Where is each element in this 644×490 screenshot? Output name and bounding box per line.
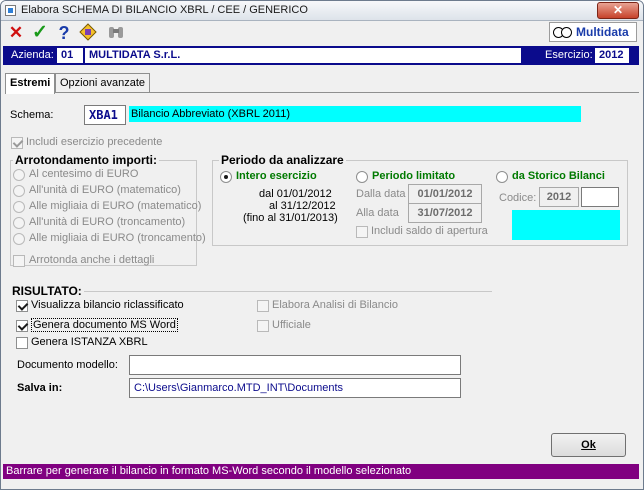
rounding-option-label: All'unità di EURO (matematico)	[29, 184, 181, 196]
alla-data-field[interactable]: 31/07/2012	[408, 203, 482, 223]
ufficiale-label: Ufficiale	[272, 319, 311, 331]
schema-label: Schema:	[10, 109, 54, 121]
schema-description: Bilancio Abbreviato (XBRL 2011)	[129, 106, 581, 122]
genera-word-checkbox[interactable]	[16, 320, 28, 332]
include-prev-year-label: Includi esercizio precedente	[26, 136, 163, 148]
toolbar: ✕ ✓ ?	[2, 22, 642, 44]
rounding-option-radio[interactable]	[13, 169, 25, 181]
app-icon	[5, 5, 16, 16]
ok-button-label: Ok	[581, 439, 596, 451]
binoculars-icon[interactable]	[106, 23, 126, 43]
ufficiale-checkbox[interactable]	[257, 320, 269, 332]
company-bar: Azienda: 01 MULTIDATA S.r.L. Esercizio: …	[3, 46, 639, 65]
rounding-option-label: Alle migliaia di EURO (matematico)	[29, 200, 202, 212]
period-title: Periodo da analizzare	[219, 153, 346, 167]
tab-opzioni-avanzate[interactable]: Opzioni avanzate	[55, 73, 150, 93]
rounding-option-radio[interactable]	[13, 201, 25, 213]
alla-data-label: Alla data	[356, 207, 399, 219]
azienda-label: Azienda:	[11, 49, 54, 61]
period-intero-label: Intero esercizio	[236, 170, 317, 182]
multidata-logo: Multidata	[549, 22, 637, 42]
modello-field[interactable]	[129, 355, 461, 375]
analisi-checkbox[interactable]	[257, 300, 269, 312]
dalla-data-field[interactable]: 01/01/2012	[408, 184, 482, 204]
result-group: RISULTATO:	[10, 284, 492, 298]
confirm-icon[interactable]: ✓	[30, 23, 50, 43]
rounding-option-label: Al centesimo di EURO	[29, 168, 139, 180]
dialog-window: Elabora SCHEMA DI BILANCIO XBRL / CEE / …	[0, 0, 644, 490]
genera-xbrl-checkbox[interactable]	[16, 337, 28, 349]
rounding-option-label: All'unità di EURO (troncamento)	[29, 216, 186, 228]
title-bar: Elabora SCHEMA DI BILANCIO XBRL / CEE / …	[1, 1, 643, 21]
round-details-checkbox[interactable]	[13, 255, 25, 267]
codice-field[interactable]: 2012	[539, 187, 579, 207]
rounding-option-label: Alle migliaia di EURO (troncamento)	[29, 232, 206, 244]
rounding-option-radio[interactable]	[13, 233, 25, 245]
logo-circle-icon	[561, 27, 572, 38]
dalla-data-label: Dalla data	[356, 188, 406, 200]
codice-extra-field[interactable]	[581, 187, 619, 207]
codice-label: Codice:	[499, 192, 537, 204]
period-range-to: al 31/12/2012	[269, 200, 336, 212]
azienda-name-field: MULTIDATA S.r.L.	[85, 48, 521, 63]
tab-estremi[interactable]: Estremi	[5, 73, 56, 94]
modello-label: Documento modello:	[17, 359, 118, 371]
period-limitato-radio[interactable]	[356, 171, 368, 183]
period-storico-radio[interactable]	[496, 171, 508, 183]
ok-button[interactable]: Ok	[551, 433, 626, 457]
tab-estremi-label: Estremi	[10, 77, 51, 89]
esercizio-label: Esercizio:	[545, 49, 593, 61]
visualizza-label: Visualizza bilancio riclassificato	[31, 299, 184, 311]
genera-word-label: Genera documento MS Word	[31, 318, 178, 332]
azienda-code-field: 01	[57, 48, 83, 63]
period-range-until: (fino al 31/01/2013)	[243, 212, 338, 224]
rounding-option-radio[interactable]	[13, 217, 25, 229]
cancel-icon[interactable]: ✕	[6, 23, 26, 43]
period-intero-radio[interactable]	[220, 171, 232, 183]
genera-xbrl-label: Genera ISTANZA XBRL	[31, 336, 148, 348]
close-button[interactable]: ✕	[597, 2, 639, 19]
result-title: RISULTATO:	[10, 284, 84, 298]
salva-path-field[interactable]: C:\Users\Gianmarco.MTD_INT\Documents	[129, 378, 461, 398]
include-opening-balance-checkbox[interactable]	[356, 226, 368, 238]
tab-opzioni-label: Opzioni avanzate	[60, 77, 145, 89]
tab-strip: Estremi Opzioni avanzate	[5, 73, 305, 94]
rounding-option-radio[interactable]	[13, 185, 25, 197]
status-bar: Barrare per generare il bilancio in form…	[3, 464, 639, 479]
window-title: Elabora SCHEMA DI BILANCIO XBRL / CEE / …	[21, 4, 308, 16]
include-prev-year-checkbox[interactable]	[11, 137, 23, 149]
include-opening-balance-label: Includi saldo di apertura	[371, 225, 488, 237]
rounding-title: Arrotondamento importi:	[13, 153, 159, 167]
help-icon[interactable]: ?	[54, 23, 74, 43]
salva-label: Salva in:	[17, 382, 63, 394]
logo-text: Multidata	[576, 25, 629, 39]
period-range-from: dal 01/01/2012	[259, 188, 332, 200]
analisi-label: Elabora Analisi di Bilancio	[272, 299, 398, 311]
tab-content: Schema: XBA1 Bilancio Abbreviato (XBRL 2…	[5, 92, 639, 463]
period-storico-label: da Storico Bilanci	[512, 170, 605, 182]
round-details-label: Arrotonda anche i dettagli	[29, 254, 155, 266]
storico-info-box	[512, 210, 620, 240]
schema-code-field[interactable]: XBA1	[84, 105, 126, 125]
esercizio-field: 2012	[595, 48, 629, 63]
visualizza-checkbox[interactable]	[16, 300, 28, 312]
document-settings-icon[interactable]	[78, 23, 98, 43]
period-limitato-label: Periodo limitato	[372, 170, 456, 182]
